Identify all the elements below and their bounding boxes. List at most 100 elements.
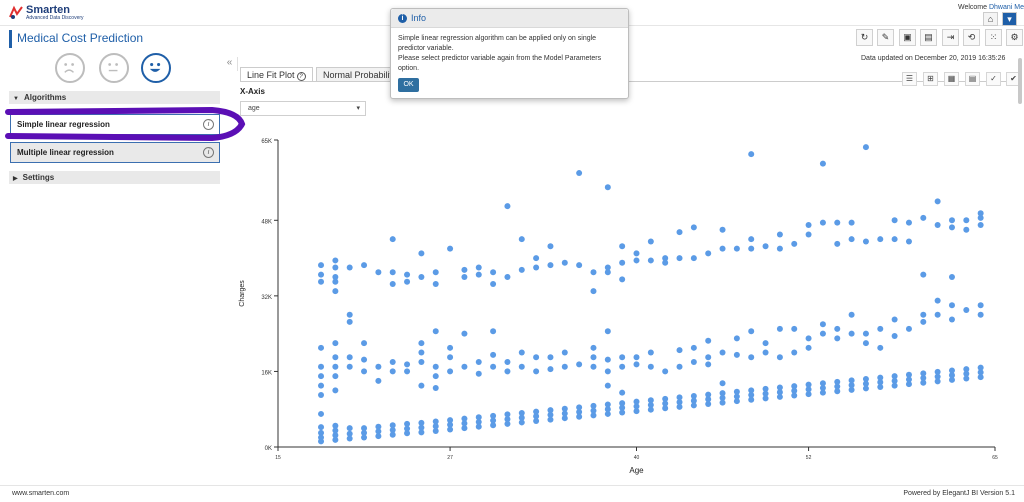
welcome-user[interactable]: Dhwani Me [989, 4, 1024, 11]
data-point [576, 404, 583, 411]
data-point [834, 335, 841, 342]
sad-face-icon[interactable] [55, 53, 85, 83]
list-icon[interactable]: ☰ [902, 72, 917, 86]
data-point [346, 311, 353, 318]
data-point [418, 358, 425, 365]
data-point [934, 297, 941, 304]
y-tick-label: 16K [261, 370, 272, 376]
data-point [604, 184, 611, 191]
y-tick-label: 65K [261, 139, 272, 145]
data-point [318, 278, 325, 285]
data-point [619, 243, 626, 250]
data-point [748, 236, 755, 243]
data-point [375, 269, 382, 276]
settings-header[interactable]: ▶ Settings [9, 171, 220, 184]
data-point [748, 245, 755, 252]
data-point [977, 364, 984, 371]
data-point [375, 423, 382, 430]
data-point [576, 170, 583, 177]
home-icon[interactable]: ⌂ [983, 12, 998, 26]
smarten-logo-mark-icon [9, 5, 23, 19]
info-dialog-body: Simple linear regression algorithm can b… [391, 28, 628, 74]
info-dialog-header: i Info [391, 9, 628, 28]
check-icon[interactable]: ✓ [986, 72, 1001, 86]
data-point [948, 217, 955, 224]
data-point [590, 354, 597, 361]
table-icon[interactable]: ▦ [944, 72, 959, 86]
data-point [676, 229, 683, 236]
data-point [619, 363, 626, 370]
data-point [776, 354, 783, 361]
sidebar-collapse-button[interactable]: « [222, 57, 238, 71]
data-point [934, 222, 941, 229]
info-icon: i [398, 14, 407, 24]
happy-face-icon[interactable] [141, 53, 171, 83]
data-point [633, 398, 640, 405]
data-point [604, 356, 611, 363]
neutral-face-icon[interactable] [99, 53, 129, 83]
data-point [805, 381, 812, 388]
export-icon[interactable]: ⇥ [942, 29, 959, 46]
save-icon[interactable]: ▣ [899, 29, 916, 46]
data-point [490, 328, 497, 335]
save-as-icon[interactable]: ▤ [920, 29, 937, 46]
data-point [418, 250, 425, 257]
ok-button[interactable]: OK [398, 78, 419, 92]
scrollbar-thumb[interactable] [1018, 58, 1022, 104]
data-point [762, 385, 769, 392]
data-point [819, 330, 826, 337]
data-point [432, 269, 439, 276]
data-point [361, 368, 368, 375]
tab-label: Normal Probability [323, 70, 397, 80]
x-axis-select[interactable]: age ▾ [240, 101, 366, 116]
table-rows-icon[interactable]: ▤ [965, 72, 980, 86]
settings-icon[interactable]: ⚙ [1006, 29, 1023, 46]
data-point [475, 358, 482, 365]
x-tick-label: 27 [447, 455, 453, 461]
data-point [561, 349, 568, 356]
data-point [604, 401, 611, 408]
data-point [604, 328, 611, 335]
data-point [590, 344, 597, 351]
data-point [346, 264, 353, 271]
user-menu-icon[interactable]: ▾ [1002, 12, 1017, 26]
info-dialog-instruction: Please select predictor variable again f… [398, 55, 602, 72]
data-point [963, 366, 970, 373]
data-point [447, 354, 454, 361]
tags-icon[interactable]: ✎ [877, 29, 894, 46]
data-point [490, 269, 497, 276]
data-point [490, 412, 497, 419]
smarten-logo[interactable]: Smarten Advanced Data Discovery [8, 4, 88, 24]
footer-website[interactable]: www.smarten.com [12, 490, 69, 497]
data-point [848, 219, 855, 226]
data-point [389, 281, 396, 288]
data-point [318, 271, 325, 278]
data-point [547, 262, 554, 269]
data-point [848, 377, 855, 384]
data-point [719, 390, 726, 397]
data-point [604, 264, 611, 271]
refresh-icon[interactable]: ↻ [856, 29, 873, 46]
data-point [461, 266, 468, 273]
welcome-text: Welcome Dhwani Me [958, 4, 1024, 11]
data-point [776, 384, 783, 391]
help-icon[interactable]: ? [296, 72, 306, 81]
info-dialog-message: Simple linear regression algorithm can b… [398, 35, 597, 52]
data-point [418, 382, 425, 389]
data-point [404, 278, 411, 285]
data-point [705, 361, 712, 368]
edit-icon[interactable]: ⟲ [963, 29, 980, 46]
data-point [518, 409, 525, 416]
data-point [533, 354, 540, 361]
data-point [733, 388, 740, 395]
tab-line-fit-plot[interactable]: Line Fit Plot? [240, 67, 313, 82]
data-point [905, 371, 912, 378]
data-point [791, 349, 798, 356]
data-point [848, 330, 855, 337]
data-point [389, 422, 396, 429]
columns-icon[interactable]: ⊞ [923, 72, 938, 86]
data-point [332, 354, 339, 361]
data-point [547, 366, 554, 373]
data-point [447, 245, 454, 252]
grid-icon[interactable]: ⁙ [985, 29, 1002, 46]
